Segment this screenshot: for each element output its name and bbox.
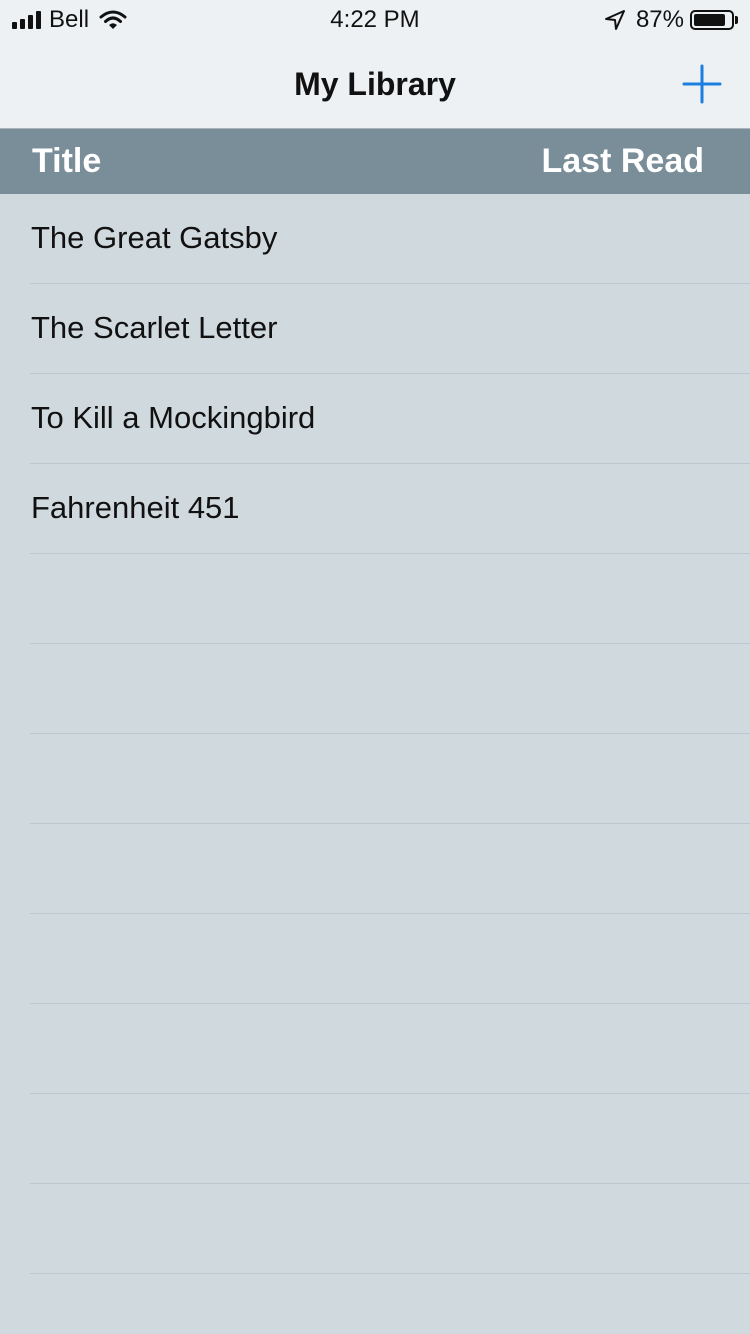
empty-row xyxy=(30,554,750,644)
add-book-button[interactable] xyxy=(678,60,726,108)
column-header-title[interactable]: Title xyxy=(32,141,101,181)
empty-row xyxy=(30,1274,750,1334)
table-row[interactable]: To Kill a Mockingbird xyxy=(30,374,750,464)
location-arrow-icon xyxy=(604,10,625,30)
empty-row xyxy=(30,734,750,824)
navigation-bar: Bell 4:22 PM 87% My Library xyxy=(0,0,750,129)
book-title: The Scarlet Letter xyxy=(31,310,278,345)
table-row[interactable]: The Scarlet Letter xyxy=(30,284,750,374)
empty-row xyxy=(30,644,750,734)
column-header-last-read[interactable]: Last Read xyxy=(542,141,705,181)
page-title: My Library xyxy=(294,66,456,102)
book-title: To Kill a Mockingbird xyxy=(31,400,316,435)
book-title: Fahrenheit 451 xyxy=(31,490,240,525)
status-right: 87% xyxy=(604,6,738,34)
book-list[interactable]: The Great Gatsby The Scarlet Letter To K… xyxy=(0,194,750,1334)
empty-row xyxy=(30,1094,750,1184)
book-title: The Great Gatsby xyxy=(31,220,278,255)
plus-icon xyxy=(682,64,722,104)
battery-fill xyxy=(694,14,726,26)
table-header: Title Last Read xyxy=(0,129,750,194)
battery-cap xyxy=(735,16,738,24)
status-bar: Bell 4:22 PM 87% xyxy=(0,0,750,40)
table-row[interactable]: Fahrenheit 451 xyxy=(30,464,750,554)
empty-row xyxy=(30,1184,750,1274)
battery-icon xyxy=(690,10,734,30)
empty-row xyxy=(30,914,750,1004)
table-row[interactable]: The Great Gatsby xyxy=(30,194,750,284)
battery-percentage: 87% xyxy=(635,6,684,33)
empty-row xyxy=(30,824,750,914)
empty-row xyxy=(30,1004,750,1094)
